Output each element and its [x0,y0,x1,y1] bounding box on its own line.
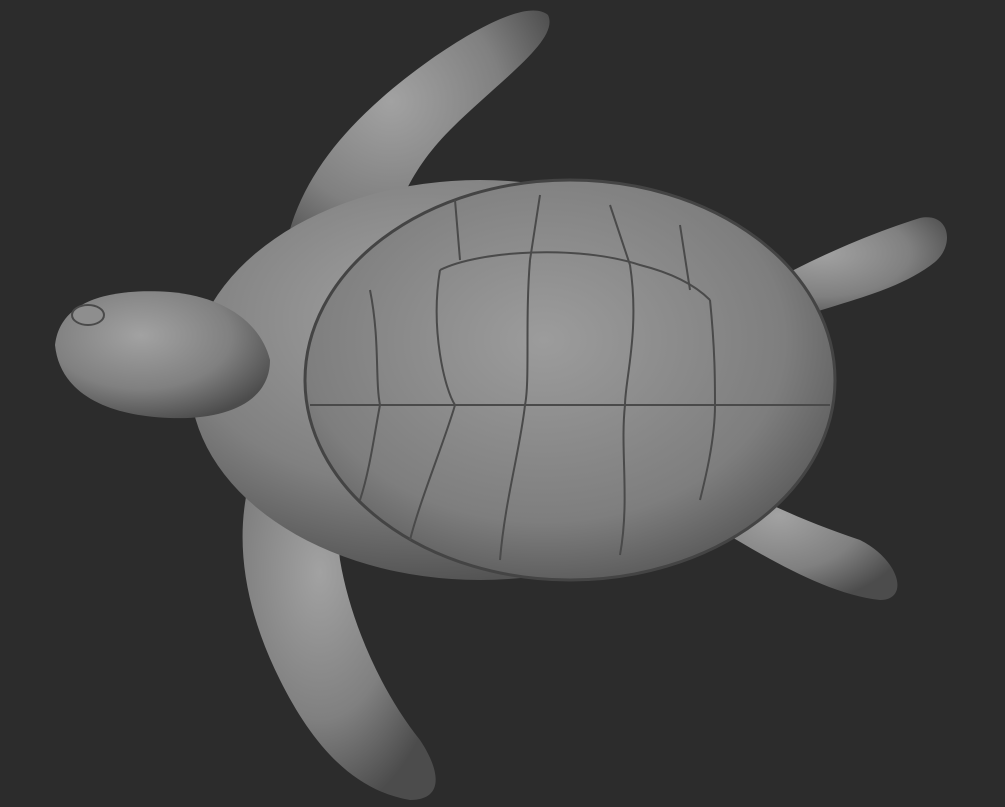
carapace [303,178,837,582]
eye [71,304,105,326]
turtle-render [0,0,1005,807]
